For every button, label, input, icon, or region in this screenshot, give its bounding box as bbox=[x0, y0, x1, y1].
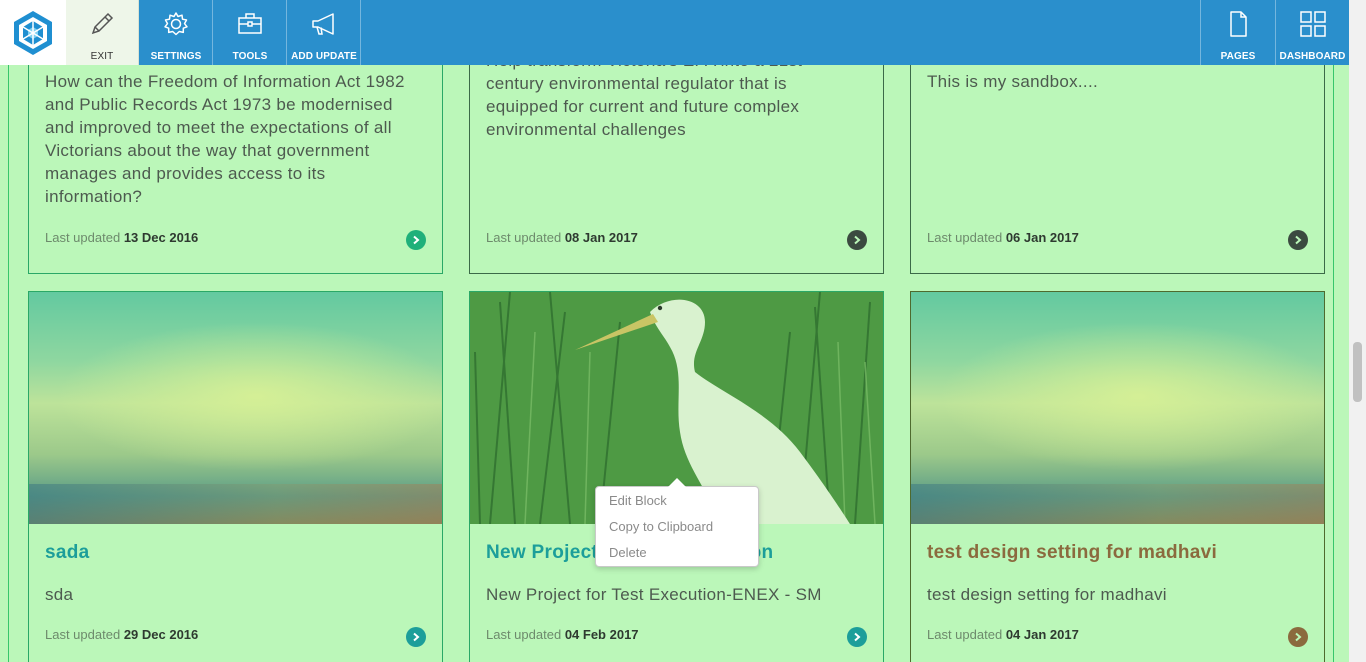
card-updated: Last updated 13 Dec 2016 bbox=[45, 230, 198, 245]
frame-border-right bbox=[1333, 65, 1334, 662]
add-update-button[interactable]: ADD UPDATE bbox=[288, 0, 361, 65]
copy-to-clipboard-menu-item[interactable]: Copy to Clipboard bbox=[609, 519, 713, 534]
updated-date: 08 Jan 2017 bbox=[564, 230, 638, 245]
tools-button[interactable]: TOOLS bbox=[214, 0, 287, 65]
open-project-arrow-icon[interactable] bbox=[1288, 627, 1308, 647]
card-cover-image bbox=[29, 292, 442, 524]
dashboard-label: DASHBOARD bbox=[1279, 51, 1346, 62]
pages-button[interactable]: PAGES bbox=[1200, 0, 1275, 65]
delete-menu-item[interactable]: Delete bbox=[609, 545, 647, 560]
updated-prefix: Last updated bbox=[486, 627, 562, 642]
card-updated: Last updated 08 Jan 2017 bbox=[486, 230, 638, 245]
updated-date: 13 Dec 2016 bbox=[123, 230, 199, 245]
add-update-label: ADD UPDATE bbox=[291, 51, 357, 62]
updated-date: 29 Dec 2016 bbox=[123, 627, 199, 642]
card-title[interactable]: sada bbox=[45, 542, 90, 564]
updated-date: 04 Feb 2017 bbox=[564, 627, 639, 642]
card-updated: Last updated 04 Jan 2017 bbox=[927, 627, 1079, 642]
open-project-arrow-icon[interactable] bbox=[1288, 230, 1308, 250]
settings-button[interactable]: SETTINGS bbox=[140, 0, 213, 65]
card-description: This is my sandbox.... bbox=[927, 72, 1098, 91]
hexagon-logo-icon bbox=[14, 10, 52, 55]
updated-date: 04 Jan 2017 bbox=[1005, 627, 1079, 642]
frame-border-left bbox=[8, 65, 9, 662]
project-card[interactable]: New Project for Test Execution New Proje… bbox=[469, 291, 884, 662]
pages-label: PAGES bbox=[1220, 51, 1256, 62]
project-card[interactable]: This is my sandbox.... Last updated 06 J… bbox=[910, 65, 1325, 274]
block-context-menu: Edit Block Copy to Clipboard Delete bbox=[595, 478, 759, 567]
dashboard-button[interactable]: DASHBOARD bbox=[1275, 0, 1349, 65]
vertical-scrollbar[interactable] bbox=[1349, 0, 1366, 662]
scrollbar-thumb[interactable] bbox=[1353, 342, 1362, 402]
updated-prefix: Last updated bbox=[927, 230, 1003, 245]
page-icon bbox=[1230, 11, 1247, 37]
card-title[interactable]: test design setting for madhavi bbox=[927, 542, 1217, 564]
updated-prefix: Last updated bbox=[486, 230, 562, 245]
updated-date: 06 Jan 2017 bbox=[1005, 230, 1079, 245]
card-description: New Project for Test Execution-ENEX - SM bbox=[486, 585, 822, 604]
pencil-icon bbox=[91, 12, 114, 35]
app-logo[interactable] bbox=[0, 0, 66, 65]
updated-prefix: Last updated bbox=[927, 627, 1003, 642]
project-card[interactable]: Help transform Victoria's EPA into a 21s… bbox=[469, 65, 884, 274]
project-card[interactable]: sada sda Last updated 29 Dec 2016 bbox=[28, 291, 443, 662]
megaphone-icon bbox=[312, 13, 334, 35]
settings-label: SETTINGS bbox=[150, 51, 202, 62]
top-toolbar: EXIT SETTINGS TOOLS ADD UPDATE PAGES DAS… bbox=[0, 0, 1349, 65]
card-description: test design setting for madhavi bbox=[927, 585, 1167, 604]
project-card[interactable]: test design setting for madhavi test des… bbox=[910, 291, 1325, 662]
open-project-arrow-icon[interactable] bbox=[406, 230, 426, 250]
tools-label: TOOLS bbox=[232, 51, 268, 62]
exit-label: EXIT bbox=[90, 51, 114, 62]
updated-prefix: Last updated bbox=[45, 627, 121, 642]
grid-icon bbox=[1299, 11, 1326, 37]
card-updated: Last updated 29 Dec 2016 bbox=[45, 627, 198, 642]
gear-icon bbox=[164, 12, 188, 36]
project-card[interactable]: How can the Freedom of Information Act 1… bbox=[28, 65, 443, 274]
card-description: Help transform Victoria's EPA into a 21s… bbox=[486, 65, 802, 139]
open-project-arrow-icon[interactable] bbox=[406, 627, 426, 647]
card-updated: Last updated 04 Feb 2017 bbox=[486, 627, 639, 642]
updated-prefix: Last updated bbox=[45, 230, 121, 245]
card-description: How can the Freedom of Information Act 1… bbox=[45, 72, 405, 206]
edit-block-menu-item[interactable]: Edit Block bbox=[609, 493, 667, 508]
open-project-arrow-icon[interactable] bbox=[847, 230, 867, 250]
card-description: sda bbox=[45, 585, 74, 604]
card-cover-image bbox=[911, 292, 1324, 524]
open-project-arrow-icon[interactable] bbox=[847, 627, 867, 647]
project-grid: How can the Freedom of Information Act 1… bbox=[0, 65, 1349, 662]
card-updated: Last updated 06 Jan 2017 bbox=[927, 230, 1079, 245]
toolbox-icon bbox=[238, 13, 262, 34]
exit-button[interactable]: EXIT bbox=[66, 0, 139, 65]
